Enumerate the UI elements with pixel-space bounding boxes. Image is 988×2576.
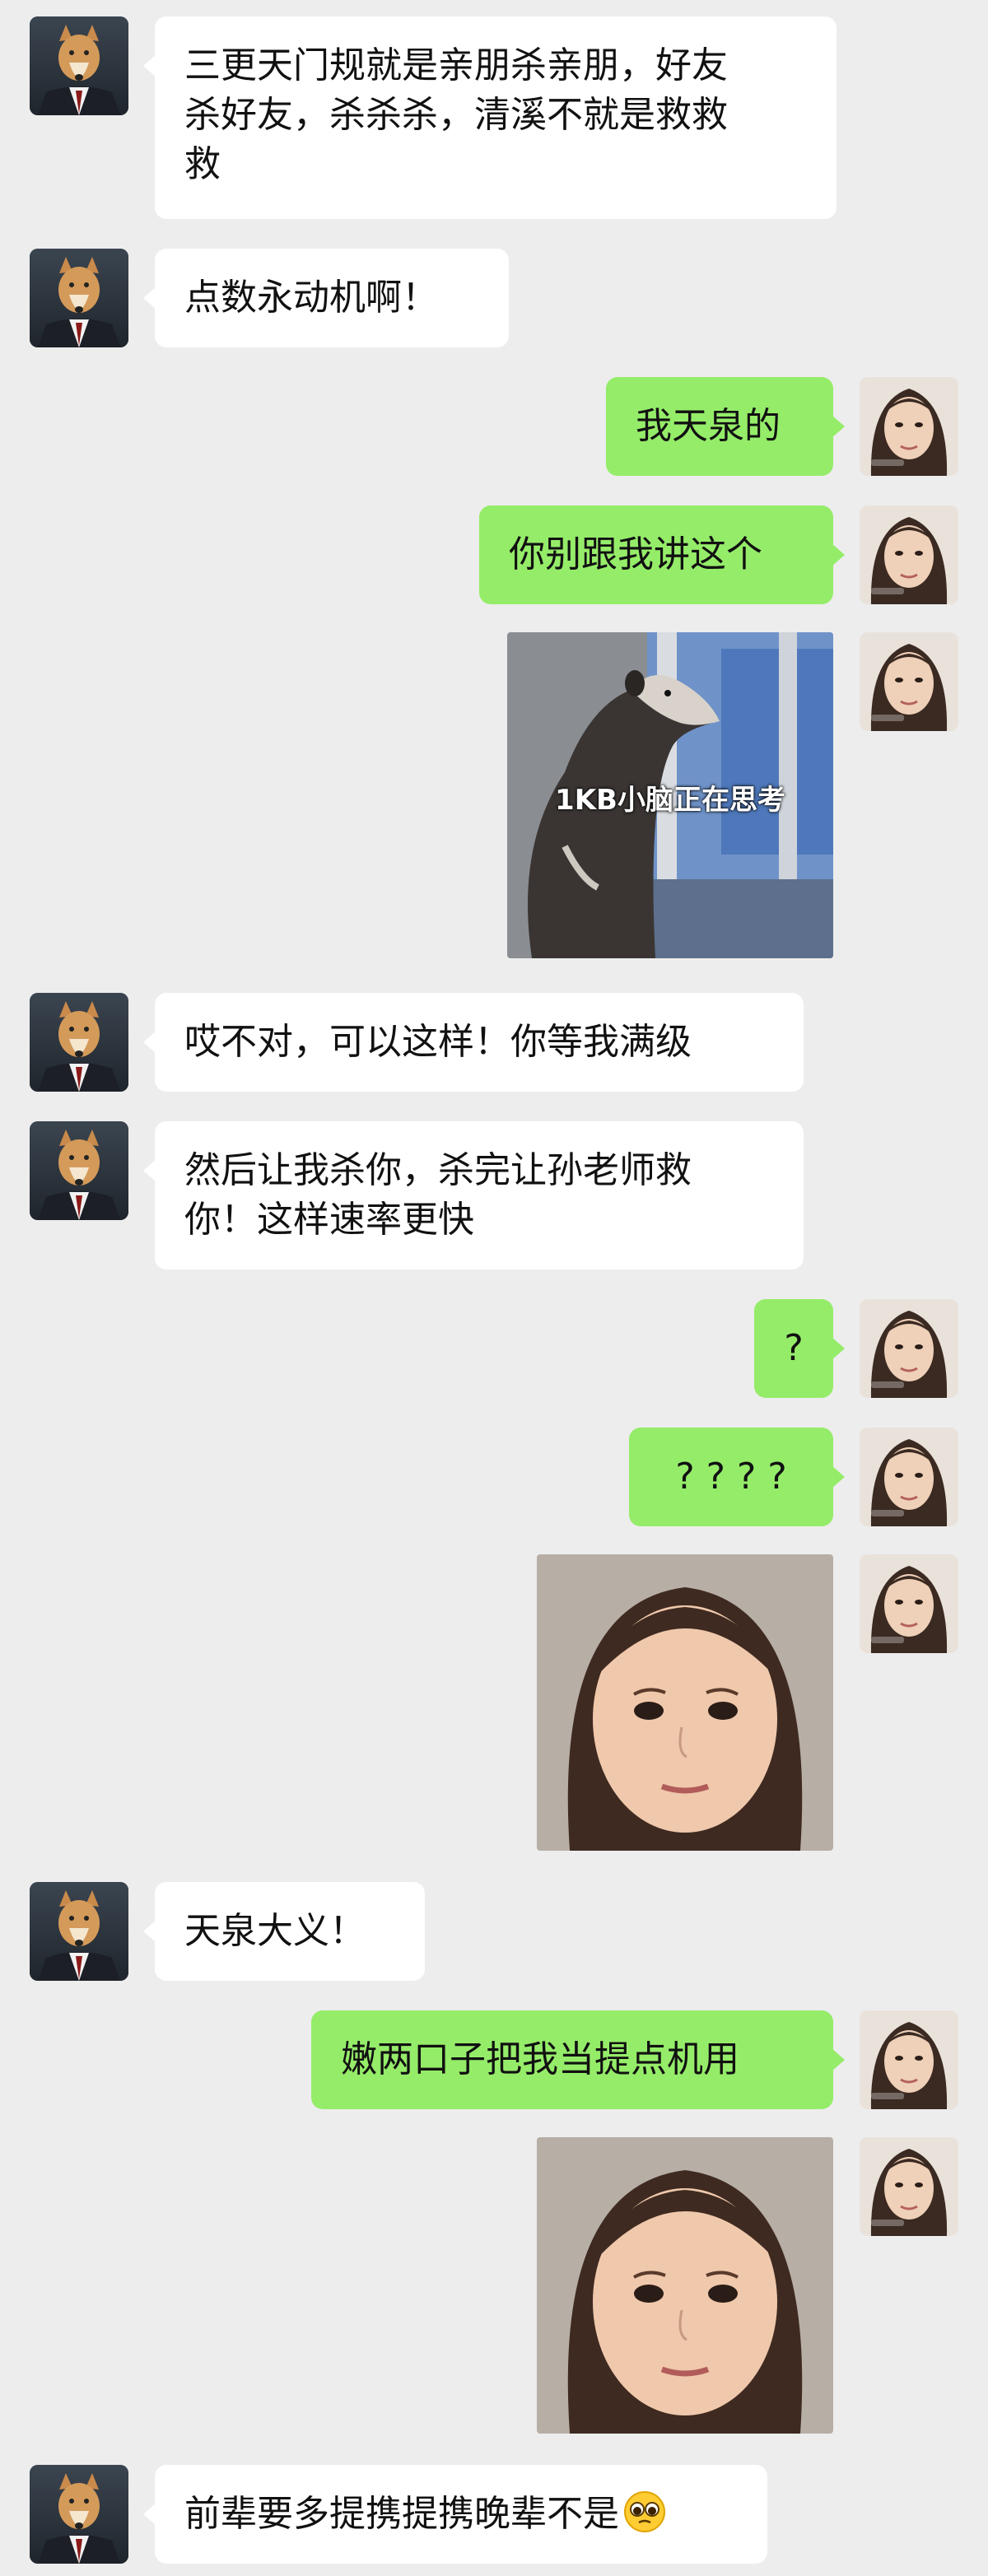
- outgoing-message-bubble[interactable]: ?: [754, 1299, 845, 1398]
- woman-avatar[interactable]: [860, 505, 958, 604]
- dog-in-suit-avatar[interactable]: [30, 1121, 128, 1220]
- woman-avatar[interactable]: [860, 377, 958, 476]
- meme-caption: 1KB小脑正在思考: [555, 784, 785, 817]
- stunned-face-meme-image[interactable]: [537, 1554, 833, 1851]
- incoming-message-bubble[interactable]: 哎不对，可以这样！你等我满级: [143, 993, 804, 1092]
- outgoing-message-bubble[interactable]: 嫩两口子把我当提点机用: [311, 2010, 845, 2109]
- stunned-face-meme-image[interactable]: [537, 2137, 833, 2434]
- incoming-message-bubble[interactable]: 前辈要多提携提携晚辈不是: [143, 2465, 767, 2564]
- woman-avatar[interactable]: [860, 632, 958, 731]
- outgoing-message-bubble[interactable]: ? ? ? ?: [629, 1428, 845, 1526]
- incoming-message-bubble[interactable]: 点数永动机啊！: [143, 249, 509, 347]
- incoming-message-bubble[interactable]: 然后让我杀你，杀完让孙老师救 你！这样速率更快: [143, 1121, 804, 1269]
- dog-in-suit-avatar[interactable]: [30, 2465, 128, 2564]
- dog-in-suit-avatar[interactable]: [30, 1882, 128, 1981]
- dog-in-suit-avatar[interactable]: [30, 16, 128, 115]
- pleading-face-emoji-icon: [622, 2490, 667, 2534]
- woman-avatar[interactable]: [860, 1554, 958, 1653]
- incoming-message-bubble[interactable]: 三更天门规就是亲朋杀亲朋，好友 杀好友，杀杀杀，清溪不就是救救 救: [143, 16, 837, 219]
- outgoing-message-bubble[interactable]: 你别跟我讲这个: [479, 505, 845, 604]
- woman-avatar[interactable]: [860, 1428, 958, 1526]
- message-text: 前辈要多提携提携晚辈不是: [184, 2493, 619, 2535]
- woman-avatar[interactable]: [860, 1299, 958, 1398]
- dog-in-suit-avatar[interactable]: [30, 249, 128, 347]
- possum-meme-image[interactable]: 1KB小脑正在思考: [507, 632, 833, 958]
- woman-avatar[interactable]: [860, 2010, 958, 2109]
- woman-avatar[interactable]: [860, 2137, 958, 2236]
- outgoing-message-bubble[interactable]: 我天泉的: [606, 377, 845, 476]
- dog-in-suit-avatar[interactable]: [30, 993, 128, 1092]
- incoming-message-bubble[interactable]: 天泉大义！: [143, 1882, 425, 1981]
